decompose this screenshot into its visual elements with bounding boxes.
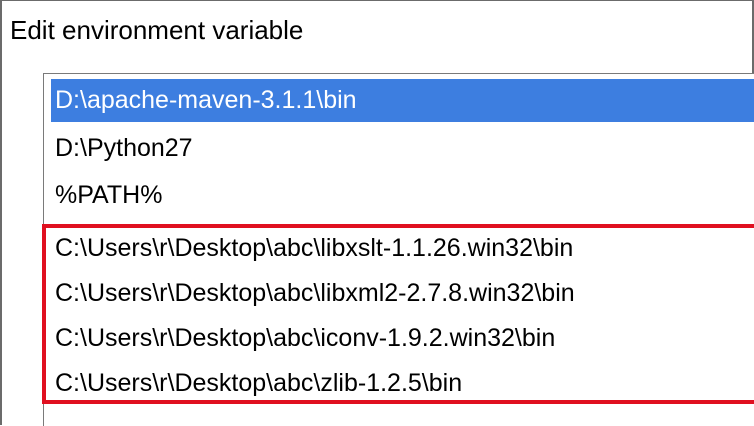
- path-entry-row-7[interactable]: C:\Users\r\Desktop\abc\zlib-1.2.5\bin: [51, 362, 754, 405]
- path-entry-row-3[interactable]: %PATH%: [51, 174, 754, 217]
- path-entry-row-6[interactable]: C:\Users\r\Desktop\abc\iconv-1.9.2.win32…: [51, 317, 754, 360]
- path-entry-row-2[interactable]: D:\Python27: [51, 127, 754, 170]
- dialog-title: Edit environment variable: [10, 15, 304, 45]
- path-entry-row-4[interactable]: C:\Users\r\Desktop\abc\libxslt-1.1.26.wi…: [51, 227, 754, 270]
- edit-environment-variable-dialog: Edit environment variable D:\apache-mave…: [0, 0, 754, 426]
- path-entry-row-5[interactable]: C:\Users\r\Desktop\abc\libxml2-2.7.8.win…: [51, 272, 754, 315]
- path-entry-row-1[interactable]: D:\apache-maven-3.1.1\bin: [51, 79, 754, 122]
- path-entries-list[interactable]: D:\apache-maven-3.1.1\bin D:\Python27 %P…: [43, 73, 754, 426]
